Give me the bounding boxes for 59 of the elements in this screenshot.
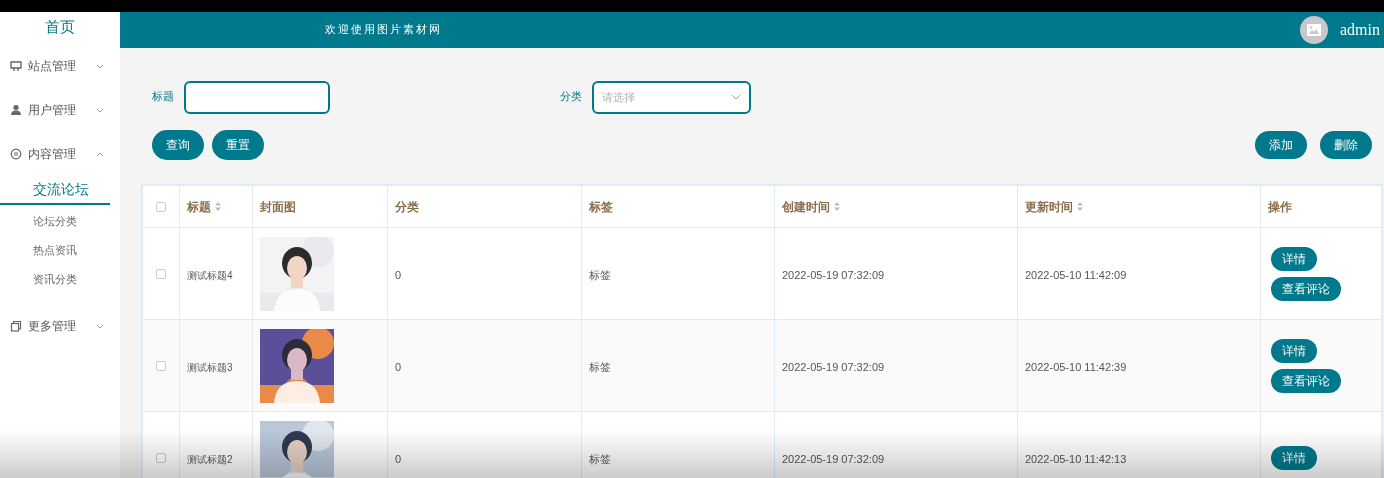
column-header[interactable]: 操作 [1268, 197, 1292, 216]
column-header[interactable]: 创建时间 [782, 197, 830, 216]
table-cell: 2022-05-19 07:32:09 [782, 268, 885, 281]
table-cell: 测试标题4 [187, 269, 233, 281]
avatar-icon[interactable] [1300, 16, 1328, 44]
submenu-item[interactable]: 论坛分类 [0, 207, 120, 236]
action-button[interactable]: 添加 [1255, 131, 1307, 159]
submenu-item[interactable]: 资讯分类 [0, 265, 120, 294]
column-header[interactable]: 标题 [187, 197, 211, 216]
action-button[interactable]: 删除 [1320, 131, 1372, 159]
home-link[interactable]: 首页 [45, 15, 75, 39]
column-header[interactable]: 分类 [395, 197, 419, 216]
table-cell: 0 [395, 360, 402, 373]
title-input[interactable] [184, 80, 330, 114]
column-header[interactable]: 标签 [589, 197, 613, 216]
field-label: 分类 [560, 88, 583, 105]
field-label: 标题 [151, 88, 175, 105]
table-cell: 2022-05-19 07:32:09 [782, 452, 885, 465]
monitor-icon [10, 60, 22, 72]
user-icon [10, 104, 22, 116]
sort-icon[interactable] [1077, 202, 1083, 211]
chat-icon [10, 148, 22, 160]
user-name[interactable]: admin [1340, 18, 1380, 42]
select-placeholder: 请选择 [602, 89, 635, 105]
submenu-item[interactable]: 交流论坛 [0, 176, 110, 205]
row-button[interactable]: 详情 [1271, 246, 1317, 271]
column-header[interactable]: 更新时间 [1025, 197, 1073, 216]
checkbox[interactable] [156, 452, 166, 463]
table-cell: 2022-05-19 07:32:09 [782, 360, 885, 373]
checkbox[interactable] [156, 360, 166, 371]
search-button[interactable]: 查询 [152, 130, 204, 160]
sidebar-item[interactable]: 更多管理 [0, 304, 120, 348]
table-cell: 测试标题2 [187, 453, 233, 465]
table-cell: 2022-05-10 11:42:39 [1025, 360, 1127, 373]
checkbox[interactable] [156, 201, 166, 212]
chevron-down-icon [731, 94, 741, 100]
table-cell: 测试标题3 [187, 361, 233, 373]
table-cell: 标签 [589, 452, 611, 465]
sidebar-item[interactable]: 站点管理 [0, 44, 120, 88]
submenu-item[interactable]: 热点资讯 [0, 236, 120, 265]
table-cell: 标签 [589, 360, 611, 373]
column-header[interactable]: 封面图 [260, 197, 296, 216]
details-button[interactable]: 详情 [1271, 445, 1317, 470]
sidebar-item[interactable]: 内容管理 [0, 132, 120, 176]
table-cell: 标签 [589, 268, 611, 281]
sidebar-item[interactable]: 用户管理 [0, 88, 120, 132]
table-cell: 0 [395, 452, 402, 465]
site-title: 欢迎使用图片素材网 [325, 21, 442, 38]
row-button[interactable]: 查看评论 [1271, 276, 1341, 301]
sort-icon[interactable] [834, 202, 840, 211]
checkbox[interactable] [156, 268, 166, 279]
table-cell: 2022-05-10 11:42:09 [1025, 268, 1127, 281]
row-button[interactable]: 详情 [1271, 338, 1317, 363]
sort-icon[interactable] [215, 202, 221, 211]
search-button[interactable]: 重置 [212, 130, 264, 160]
row-button[interactable]: 查看评论 [1271, 368, 1341, 393]
table-cell: 0 [395, 268, 402, 281]
table-cell: 2022-05-10 11:42:13 [1025, 452, 1127, 465]
copy-icon [10, 320, 22, 332]
